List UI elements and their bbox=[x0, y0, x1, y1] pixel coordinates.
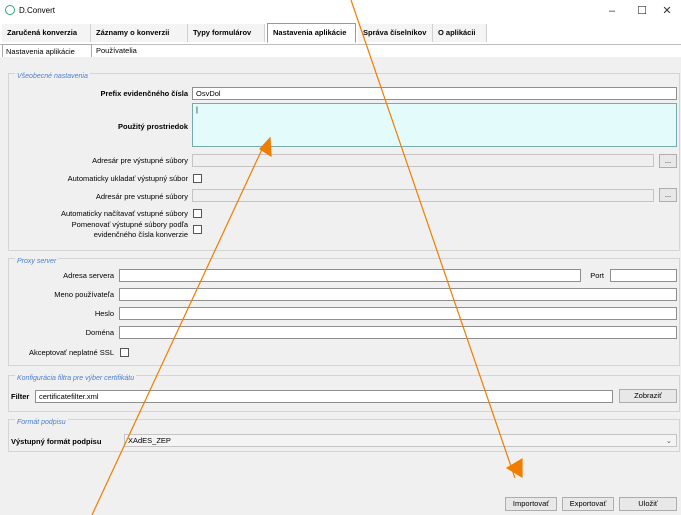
signature-format-value: XAdES_ZEP bbox=[128, 436, 171, 445]
sub-tabs: Nastavenia aplikácie Používatelia bbox=[0, 44, 681, 57]
domain-label: Doména bbox=[85, 328, 114, 337]
chevron-down-icon: ⌄ bbox=[665, 436, 672, 445]
prefix-input[interactable]: OsvDol bbox=[192, 87, 677, 100]
rename-label-line2: evidenčného čísla konverzie bbox=[93, 230, 188, 239]
tool-input[interactable]: | bbox=[192, 103, 677, 147]
input-dir-browse-button[interactable]: ... bbox=[659, 188, 677, 202]
autosave-label: Automaticky ukladať výstupný súbor bbox=[67, 174, 188, 183]
autoload-checkbox[interactable] bbox=[193, 209, 202, 218]
tool-label: Použitý prostriedok bbox=[117, 122, 188, 131]
group-title: Konfigurácia filtra pre výber certifikát… bbox=[15, 375, 137, 382]
password-label: Heslo bbox=[94, 309, 114, 318]
username-input[interactable] bbox=[119, 288, 677, 301]
main-tabs: Zaručená konverzia Záznamy o konverzii T… bbox=[0, 23, 681, 45]
output-dir-input[interactable] bbox=[192, 154, 654, 167]
subtab-users[interactable]: Používatelia bbox=[93, 44, 143, 57]
tab-guaranteed-conversion[interactable]: Zaručená konverzia bbox=[2, 24, 91, 42]
maximize-button[interactable]: ☐ bbox=[630, 3, 654, 19]
group-title: Proxy server bbox=[15, 258, 59, 265]
username-label: Meno používateľa bbox=[54, 290, 114, 299]
output-dir-browse-button[interactable]: ... bbox=[659, 154, 677, 168]
tab-about[interactable]: O aplikácii bbox=[433, 24, 487, 42]
tab-conversion-records[interactable]: Záznamy o konverzii bbox=[91, 24, 188, 42]
subtab-app-settings[interactable]: Nastavenia aplikácie bbox=[2, 44, 92, 57]
autoload-label: Automaticky načítavať vstupné súbory bbox=[60, 209, 188, 218]
input-dir-input[interactable] bbox=[192, 189, 654, 202]
tab-codebook-management[interactable]: Správa číselníkov bbox=[358, 24, 433, 42]
password-input[interactable] bbox=[119, 307, 677, 320]
output-dir-label: Adresár pre výstupné súbory bbox=[92, 156, 188, 165]
show-button[interactable]: Zobraziť bbox=[619, 389, 677, 403]
rename-checkbox[interactable] bbox=[193, 225, 202, 234]
group-title: Všeobecné nastavenia bbox=[15, 73, 90, 80]
import-button[interactable]: Importovať bbox=[505, 497, 557, 511]
title-bar: D.Convert – ☐ ✕ bbox=[0, 0, 681, 22]
export-button[interactable]: Exportovať bbox=[562, 497, 614, 511]
save-button[interactable]: Uložiť bbox=[619, 497, 677, 511]
accept-ssl-checkbox[interactable] bbox=[120, 348, 129, 357]
filter-input[interactable]: certificatefilter.xml bbox=[35, 390, 613, 403]
input-dir-label: Adresár pre vstupné súbory bbox=[95, 192, 188, 201]
port-input[interactable] bbox=[610, 269, 677, 282]
tab-form-types[interactable]: Typy formulárov bbox=[188, 24, 265, 42]
minimize-button[interactable]: – bbox=[600, 3, 624, 19]
close-button[interactable]: ✕ bbox=[655, 3, 679, 19]
app-logo-icon bbox=[5, 5, 15, 15]
signature-format-select[interactable]: XAdES_ZEP ⌄ bbox=[124, 434, 677, 447]
autosave-checkbox[interactable] bbox=[193, 174, 202, 183]
settings-panel: Všeobecné nastavenia Prefix evidenčného … bbox=[0, 57, 681, 515]
server-address-label: Adresa servera bbox=[63, 271, 114, 280]
port-label: Port bbox=[590, 271, 604, 280]
filter-label: Filter bbox=[11, 392, 30, 401]
rename-label-line1: Pomenovať výstupné súbory podľa bbox=[71, 220, 188, 229]
tab-app-settings[interactable]: Nastavenia aplikácie bbox=[267, 23, 356, 43]
prefix-label: Prefix evidenčného čísla bbox=[100, 89, 188, 98]
window-title: D.Convert bbox=[19, 6, 56, 15]
signature-format-label: Výstupný formát podpisu bbox=[11, 437, 102, 446]
domain-input[interactable] bbox=[119, 326, 677, 339]
group-title: Formát podpisu bbox=[15, 419, 68, 426]
accept-ssl-label: Akceptovať neplatné SSL bbox=[29, 348, 114, 357]
server-address-input[interactable] bbox=[119, 269, 581, 282]
